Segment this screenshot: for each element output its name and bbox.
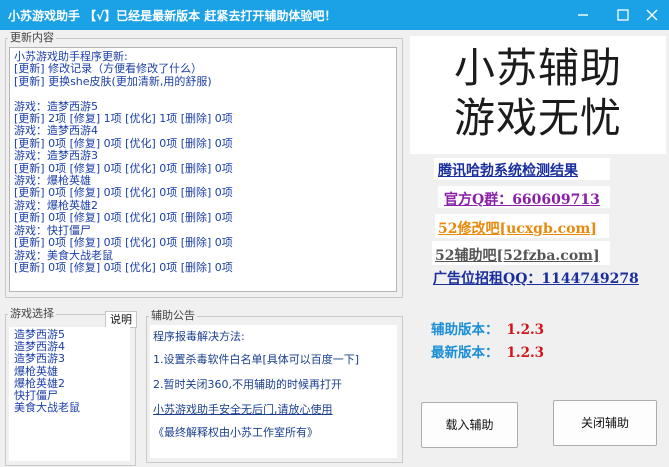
update-legend: 更新内容 (8, 31, 56, 45)
update-log-line: 游戏：造梦西游3 (14, 149, 98, 163)
game-select-legend: 游戏选择 (8, 307, 56, 321)
detection-link[interactable]: 腾讯哈勃系统检测结果 (438, 160, 578, 180)
update-log-line: [更新] 0项 [修复] 0项 [优化] 0项 [删除] 0项 (14, 236, 233, 250)
update-log-line: 游戏：造梦西游4 (14, 124, 98, 138)
game-list-item[interactable]: 造梦西游3 (14, 353, 130, 365)
game-list-item[interactable]: 美食大战老鼠 (14, 402, 130, 414)
aux-version: 辅助版本： 1.2.3 (431, 318, 544, 338)
latest-version-value: 1.2.3 (506, 345, 545, 361)
notice-line2: 1.设置杀毒软件白名单[具体可以百度一下] (153, 353, 360, 366)
maximize-icon[interactable] (614, 6, 632, 24)
minimize-icon[interactable] (574, 6, 592, 24)
update-log-line: [更新] 0项 [修复] 0项 [优化] 0项 [删除] 0项 (14, 186, 233, 200)
update-log: 小苏游戏助手程序更新: [更新] 修改记录（方便看修改了什么） [更新] 更换she… (14, 50, 396, 274)
latest-version: 最新版本： 1.2.3 (431, 341, 544, 361)
notice-legend: 辅助公告 (149, 309, 197, 323)
game-list: 造梦西游5 造梦西游4 造梦西游3 爆枪英雄 爆枪英雄2 快打僵尸 美食大战老鼠 (14, 328, 130, 414)
close-icon[interactable] (643, 6, 661, 24)
title-bar[interactable]: 小苏游戏助手 【√】已经是最新版本 赶紧去打开辅助体验吧！ (0, 0, 669, 30)
help-button[interactable]: 说明 (105, 311, 137, 328)
notice-group: 辅助公告 程序报毒解决方法: 1.设置杀毒软件白名单[具体可以百度一下] 2.暂… (146, 309, 403, 463)
notice-line1: 程序报毒解决方法: (153, 330, 245, 343)
notice-line3: 2.暂时关闭360,不用辅助的时候再打开 (153, 378, 342, 391)
window-title: 小苏游戏助手 【√】已经是最新版本 赶紧去打开辅助体验吧！ (8, 9, 337, 23)
load-button[interactable]: 载入辅助 (421, 402, 518, 448)
update-log-line: [更新] 更换she皮肤(更加清新,用的舒服) (14, 74, 212, 88)
game-select-group: 游戏选择 说明 造梦西游5 造梦西游4 造梦西游3 爆枪英雄 爆枪英雄2 快打僵尸 美食大战… (5, 307, 137, 466)
update-log-textbox[interactable]: 小苏游戏助手程序更新: [更新] 修改记录（方便看修改了什么） [更新] 更换she… (9, 47, 397, 292)
notice-line4: 小苏游戏助手安全无后门,请放心使用 (153, 403, 333, 416)
game-list-item[interactable]: 爆枪英雄 (14, 365, 130, 378)
latest-version-label: 最新版本： (431, 345, 499, 361)
site2-link[interactable]: 52辅助吧[52fzba.com] (435, 245, 600, 265)
banner-line2: 游戏无忧 (454, 94, 622, 142)
aux-version-value: 1.2.3 (506, 322, 545, 338)
notice-textbox[interactable]: 程序报毒解决方法: 1.设置杀毒软件白名单[具体可以百度一下] 2.暂时关闭36… (150, 325, 397, 458)
notice-line5: 《最终解释权由小苏工作室所有》 (153, 426, 318, 439)
ad-link[interactable]: 广告位招租QQ：1144749278 (433, 268, 639, 288)
game-listbox[interactable]: 造梦西游5 造梦西游4 造梦西游3 爆枪英雄 爆枪英雄2 快打僵尸 美食大战老鼠 (9, 327, 130, 461)
close-button[interactable]: 关闭辅助 (553, 400, 657, 446)
update-log-line: [更新] 0项 [修复] 0项 [优化] 0项 [删除] 0项 (14, 260, 233, 274)
site1-link[interactable]: 52修改吧[ucxgb.com] (438, 218, 597, 238)
update-log-line: [更新] 修改记录（方便看修改了什么） (14, 62, 203, 76)
aux-version-label: 辅助版本： (431, 322, 499, 338)
update-log-line (14, 88, 396, 100)
qq-group-link[interactable]: 官方Q群：660609713 (444, 189, 600, 209)
banner: 小苏辅助 游戏无忧 (410, 36, 666, 154)
update-group: 更新内容 小苏游戏助手程序更新: [更新] 修改记录（方便看修改了什么） [更新] … (5, 31, 403, 298)
update-log-line: [更新] 0项 [修复] 0项 [优化] 0项 [删除] 0项 (14, 211, 233, 225)
banner-line1: 小苏辅助 (454, 44, 622, 92)
